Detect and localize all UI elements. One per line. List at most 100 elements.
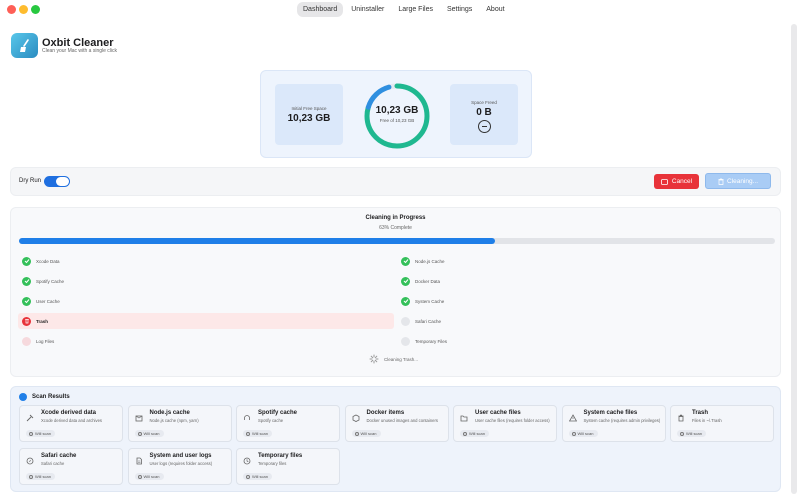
scan-result-xcode-derived-data[interactable]: Xcode derived data Xcode derived data and…: [19, 405, 123, 442]
progress-bar-fill: [19, 238, 496, 244]
info-icon: [19, 393, 27, 401]
scan-result-title: Spotify cache: [258, 410, 298, 416]
will-scan-label: Will scan: [35, 431, 52, 436]
left-task-log-files: Log Files: [18, 333, 394, 349]
will-scan-badge: Will scan: [26, 430, 56, 437]
scan-result-description: Node.js cache (npm, yarn): [149, 418, 199, 423]
task-label: Node.js Cache: [415, 258, 445, 264]
dry-run-toggle[interactable]: [44, 176, 70, 187]
initial-free-space-label: Initial Free Space: [291, 106, 327, 111]
headphones-icon: [244, 415, 250, 420]
task-label: User Cache: [36, 298, 60, 304]
will-scan-label: Will scan: [686, 431, 703, 436]
will-scan-badge: Will scan: [243, 473, 273, 480]
cancel-button-label: Cancel: [671, 178, 693, 185]
right-task-system-cache: System Cache: [397, 293, 773, 309]
will-scan-label: Will scan: [469, 431, 486, 436]
tab-about[interactable]: About: [480, 2, 510, 17]
disk-space-panel: Initial Free Space 10,23 GB 10,23 GB Fre…: [260, 70, 532, 158]
scan-results-panel: Scan Results Xcode derived data Xcode der…: [10, 386, 781, 492]
tab-large-files[interactable]: Large Files: [392, 2, 439, 17]
scan-result-temporary-files[interactable]: Temporary files Temporary files Will scan: [236, 448, 340, 485]
tab-dashboard[interactable]: Dashboard: [297, 2, 344, 17]
scan-result-system-and-user-logs[interactable]: System and user logs User logs (requires …: [127, 448, 232, 485]
scan-result-description: Spotify cache: [258, 418, 284, 423]
right-task-docker-data: Docker Data: [397, 273, 773, 289]
task-label: Docker Data: [415, 278, 441, 284]
zoom-window-button[interactable]: [31, 5, 40, 14]
close-window-button[interactable]: [7, 5, 16, 14]
vertical-scrollbar[interactable]: [791, 24, 797, 494]
task-label: Trash: [36, 318, 49, 324]
title-bar: Dashboard Uninstaller Large Files Settin…: [0, 0, 800, 20]
stop-icon: [660, 178, 668, 185]
scan-results-title: Scan Results: [32, 394, 70, 400]
pending-icon: [401, 336, 410, 346]
will-scan-label: Will scan: [252, 431, 269, 436]
scan-result-title: Safari cache: [41, 453, 77, 459]
ring-free-subtitle: Free of 10,23 GB: [379, 118, 415, 123]
space-freed-card: Space Freed 0 B: [450, 84, 518, 145]
scan-result-node-js-cache[interactable]: Node.js cache Node.js cache (npm, yarn) Wi…: [127, 405, 232, 442]
minimize-window-button[interactable]: [19, 5, 28, 14]
document-icon: [136, 457, 142, 465]
progress-percent-label: 63% Complete: [379, 225, 412, 231]
scan-result-title: Temporary files: [258, 453, 303, 459]
scan-result-trash[interactable]: Trash Files in ~/.Trash Will scan: [670, 405, 774, 442]
will-scan-badge: Will scan: [26, 473, 56, 480]
left-task-xcode-data: Xcode Data: [18, 253, 394, 269]
hammer-icon: [26, 414, 34, 422]
clock-icon: [29, 431, 33, 436]
dry-run-label: Dry Run: [19, 178, 42, 184]
clock-icon: [243, 457, 251, 465]
scan-result-description: Files in ~/.Trash: [692, 418, 722, 423]
will-scan-badge: Will scan: [460, 430, 490, 437]
cancel-button[interactable]: Cancel: [654, 174, 699, 189]
task-label: Safari Cache: [415, 318, 442, 324]
trash-icon: [22, 316, 31, 326]
cleaning-progress-panel: Cleaning in Progress 63% Complete Xcode …: [10, 207, 781, 377]
progress-bar: [19, 238, 775, 244]
will-scan-badge: Will scan: [677, 430, 707, 437]
task-label: Temporary Files: [415, 338, 448, 344]
scan-result-description: User logs (requires folder access): [149, 461, 213, 466]
ring-free-value: 10,23 GB: [375, 105, 419, 116]
scan-result-title: System cache files: [583, 410, 638, 416]
clock-icon: [571, 431, 576, 436]
tab-settings[interactable]: Settings: [441, 2, 478, 17]
tab-uninstaller[interactable]: Uninstaller: [345, 2, 390, 17]
will-scan-label: Will scan: [35, 474, 52, 479]
checkmark-icon: [401, 276, 410, 286]
initial-free-space-card: Initial Free Space 10,23 GB: [275, 84, 343, 145]
broom-icon: [19, 38, 29, 52]
scan-result-description: Docker unused images and containers: [366, 418, 438, 423]
right-task-temporary-files: Temporary Files: [397, 333, 773, 349]
scan-results-header: Scan Results: [19, 393, 70, 401]
checkmark-icon: [401, 296, 410, 306]
scan-result-docker-items[interactable]: Docker items Docker unused images and con…: [344, 405, 449, 442]
clock-icon: [246, 474, 250, 479]
task-label: Spotify Cache: [36, 278, 65, 284]
scan-result-description: System cache (requires admin privileges): [583, 418, 661, 423]
minus-circle-icon: [477, 120, 491, 133]
task-label: Log Files: [36, 338, 55, 344]
compass-icon: [26, 457, 34, 465]
scan-result-title: Xcode derived data: [41, 410, 97, 416]
clock-icon: [246, 431, 250, 436]
scan-result-safari-cache[interactable]: Safari cache Safari cache Will scan: [19, 448, 123, 485]
will-scan-badge: Will scan: [134, 430, 164, 437]
pending-icon: [22, 336, 31, 346]
scan-result-title: Docker items: [366, 410, 405, 416]
scan-result-user-cache-files[interactable]: User cache files User cache files (requir…: [453, 405, 557, 442]
free-space-ring: [364, 83, 430, 149]
checkmark-icon: [401, 256, 410, 266]
checkmark-icon: [22, 276, 31, 286]
cleaning-button[interactable]: Cleaning...: [705, 173, 771, 189]
progress-title: Cleaning in Progress: [365, 215, 426, 221]
scan-result-system-cache-files[interactable]: System cache files System cache (requires…: [561, 405, 666, 442]
checkmark-icon: [22, 256, 31, 266]
cleaning-status: Cleaning Trash...: [369, 354, 418, 364]
folder-icon: [460, 415, 468, 422]
clock-icon: [354, 431, 359, 436]
scan-result-spotify-cache[interactable]: Spotify cache Spotify cache Will scan: [236, 405, 340, 442]
